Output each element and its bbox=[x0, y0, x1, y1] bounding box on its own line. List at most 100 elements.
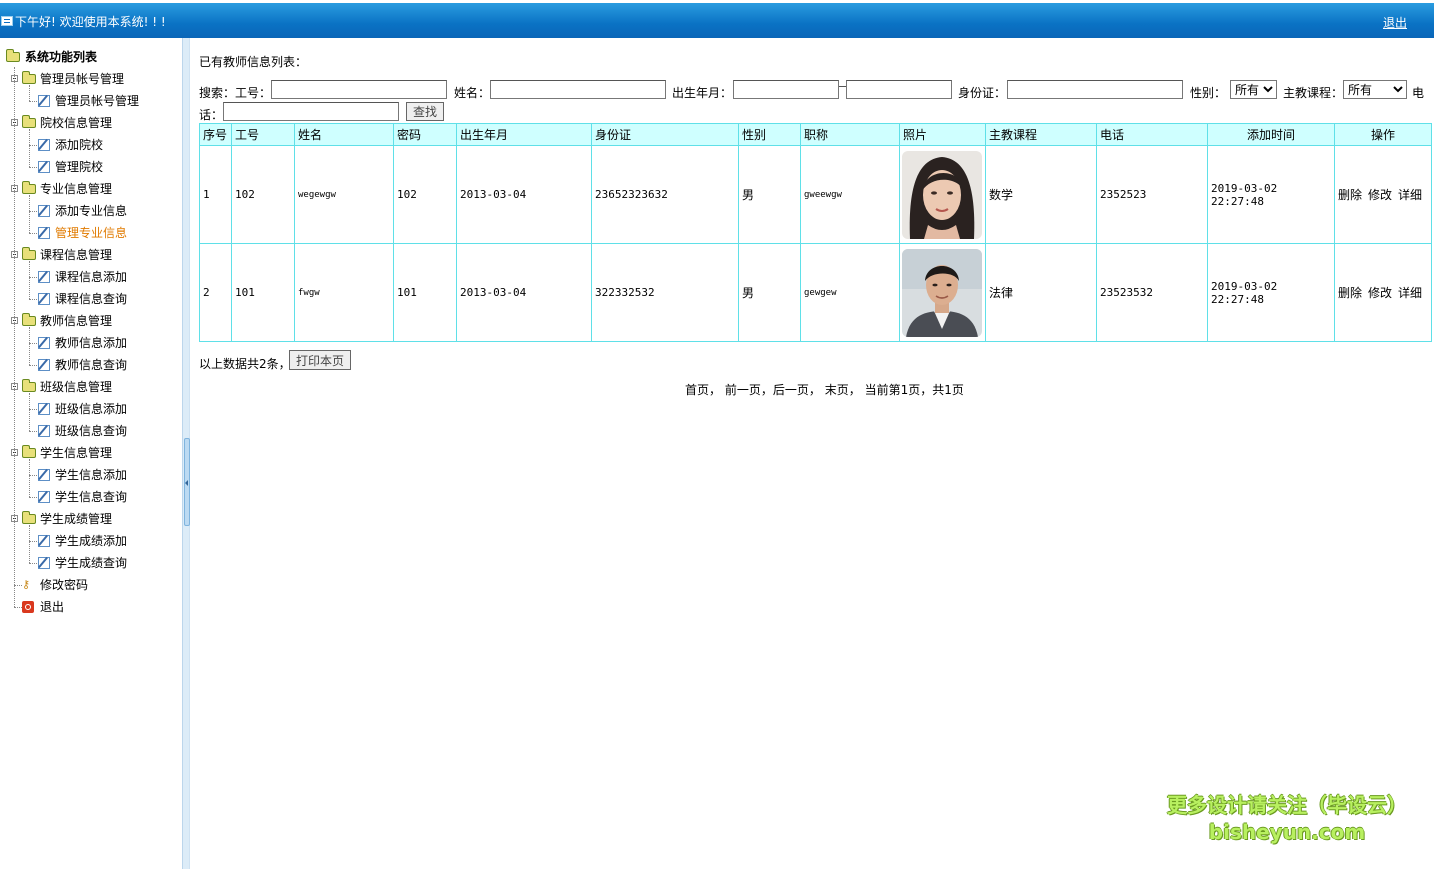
cell-photo bbox=[899, 243, 986, 342]
cell-id: 102 bbox=[231, 145, 295, 244]
edit-icon bbox=[38, 139, 50, 151]
tree-connector bbox=[29, 195, 30, 233]
chevron-left-icon bbox=[185, 480, 188, 486]
sidebar-item-0-0[interactable]: 管理员帐号管理 bbox=[0, 91, 180, 111]
sidebar-item-label: 管理专业信息 bbox=[55, 226, 128, 240]
sidebar-group-6[interactable]: 学生信息管理 bbox=[0, 443, 180, 463]
tree-connector bbox=[29, 563, 37, 564]
sidebar-item-4-1[interactable]: 教师信息查询 bbox=[0, 355, 180, 375]
tree-connector bbox=[29, 167, 37, 168]
sidebar-item-label: 课程信息查询 bbox=[55, 292, 128, 306]
sidebar-item-1-1[interactable]: 管理院校 bbox=[0, 157, 180, 177]
birth-label: 出生年月： bbox=[672, 86, 733, 100]
next-page-link[interactable]: 后一页， bbox=[773, 383, 821, 397]
birth-end-input[interactable] bbox=[846, 80, 952, 99]
idcard-input[interactable] bbox=[1007, 80, 1183, 99]
tree-root[interactable]: 系统功能列表 bbox=[0, 47, 180, 67]
sidebar-item-label: 教师信息查询 bbox=[55, 358, 128, 372]
welcome-text: 下午好! 欢迎使用本系统! ! ! bbox=[15, 15, 166, 29]
record-count-text: 以上数据共2条， bbox=[199, 357, 291, 371]
detail-link[interactable]: 详细 bbox=[1398, 188, 1422, 202]
sidebar-item-3-0[interactable]: 课程信息添加 bbox=[0, 267, 180, 287]
sidebar-item-2-1[interactable]: 管理专业信息 bbox=[0, 223, 180, 243]
name-input[interactable] bbox=[490, 80, 666, 99]
tree-connector bbox=[29, 129, 30, 167]
sidebar-group-label: 课程信息管理 bbox=[40, 248, 113, 262]
birth-start-input[interactable] bbox=[733, 80, 839, 99]
sidebar-splitter[interactable] bbox=[182, 38, 190, 869]
edit-link[interactable]: 修改 bbox=[1368, 286, 1392, 300]
th-seq: 序号 bbox=[199, 123, 232, 146]
last-page-link[interactable]: 末页， bbox=[825, 383, 861, 397]
sidebar-item-3-1[interactable]: 课程信息查询 bbox=[0, 289, 180, 309]
edit-icon bbox=[38, 293, 50, 305]
tree-connector bbox=[14, 585, 22, 586]
course-select[interactable]: 所有 bbox=[1343, 80, 1407, 99]
tree-connector bbox=[29, 299, 37, 300]
sidebar-group-0[interactable]: 管理员帐号管理 bbox=[0, 69, 180, 89]
sidebar-group-7[interactable]: 学生成绩管理 bbox=[0, 509, 180, 529]
cell-name: wegewgw bbox=[294, 145, 394, 244]
detail-link[interactable]: 详细 bbox=[1398, 286, 1422, 300]
cell-added: 2019-03-02 22:27:48 bbox=[1207, 145, 1335, 244]
edit-icon bbox=[38, 403, 50, 415]
tree-connector bbox=[29, 459, 30, 497]
summary-line: 以上数据共2条， bbox=[199, 354, 291, 374]
sidebar-item-4-0[interactable]: 教师信息添加 bbox=[0, 333, 180, 353]
header-logout-link[interactable]: 退出 bbox=[1383, 14, 1407, 31]
cell-course: 法律 bbox=[985, 243, 1097, 342]
cell-seq: 2 bbox=[199, 243, 232, 342]
teacher-photo-male bbox=[902, 248, 982, 337]
edit-link[interactable]: 修改 bbox=[1368, 188, 1392, 202]
folder-open-icon bbox=[22, 313, 36, 326]
sidebar-item-1-0[interactable]: 添加院校 bbox=[0, 135, 180, 155]
edit-icon bbox=[38, 205, 50, 217]
sidebar-item-label: 添加专业信息 bbox=[55, 204, 128, 218]
sidebar-group-5[interactable]: 班级信息管理 bbox=[0, 377, 180, 397]
cell-title: gewgew bbox=[800, 243, 900, 342]
sidebar-item-7-1[interactable]: 学生成绩查询 bbox=[0, 553, 180, 573]
teacher-table: 序号 工号 姓名 密码 出生年月 身份证 性别 职称 照片 主教课程 电话 添加… bbox=[199, 123, 1432, 342]
id-input[interactable] bbox=[271, 80, 447, 99]
key-icon: ⚷ bbox=[22, 578, 31, 591]
delete-link[interactable]: 删除 bbox=[1338, 286, 1362, 300]
sidebar-group-1[interactable]: 院校信息管理 bbox=[0, 113, 180, 133]
sidebar-item-6-0[interactable]: 学生信息添加 bbox=[0, 465, 180, 485]
sidebar-item-label: 班级信息添加 bbox=[55, 402, 128, 416]
sidebar-group-2[interactable]: 专业信息管理 bbox=[0, 179, 180, 199]
edit-icon bbox=[38, 271, 50, 283]
sidebar-item-7-0[interactable]: 学生成绩添加 bbox=[0, 531, 180, 551]
find-button[interactable]: 查找 bbox=[406, 102, 445, 121]
tree-connector bbox=[29, 475, 37, 476]
folder-open-icon bbox=[6, 49, 20, 62]
th-course: 主教课程 bbox=[985, 123, 1097, 146]
cell-gender: 男 bbox=[738, 243, 801, 342]
sidebar-item-5-1[interactable]: 班级信息查询 bbox=[0, 421, 180, 441]
th-birth: 出生年月 bbox=[456, 123, 592, 146]
first-page-link[interactable]: 首页， bbox=[685, 383, 721, 397]
search-label: 搜索： bbox=[199, 86, 236, 100]
print-page-button[interactable]: 打印本页 bbox=[289, 350, 352, 370]
sidebar-item-6-1[interactable]: 学生信息查询 bbox=[0, 487, 180, 507]
prev-page-link[interactable]: 前一页 bbox=[725, 383, 761, 397]
sidebar-item-label: 学生信息添加 bbox=[55, 468, 128, 482]
phone-input[interactable] bbox=[223, 102, 399, 121]
tree-connector bbox=[29, 525, 30, 563]
gender-select[interactable]: 所有 bbox=[1230, 80, 1277, 99]
cell-seq: 1 bbox=[199, 145, 232, 244]
tree-connector bbox=[29, 431, 37, 432]
cell-gender: 男 bbox=[738, 145, 801, 244]
sidebar-item-label: 管理院校 bbox=[55, 160, 104, 174]
collapse-sidebar-handle[interactable] bbox=[184, 438, 190, 526]
sidebar-change-password[interactable]: ⚷ 修改密码 bbox=[0, 575, 180, 595]
sidebar-item-2-0[interactable]: 添加专业信息 bbox=[0, 201, 180, 221]
sidebar-logout[interactable]: 退出 bbox=[0, 597, 180, 617]
sidebar-group-3[interactable]: 课程信息管理 bbox=[0, 245, 180, 265]
delete-link[interactable]: 删除 bbox=[1338, 188, 1362, 202]
edit-icon bbox=[38, 359, 50, 371]
th-added: 添加时间 bbox=[1207, 123, 1335, 146]
tree-root-label: 系统功能列表 bbox=[25, 50, 98, 64]
sidebar-item-5-0[interactable]: 班级信息添加 bbox=[0, 399, 180, 419]
edit-icon bbox=[38, 337, 50, 349]
sidebar-group-4[interactable]: 教师信息管理 bbox=[0, 311, 180, 331]
